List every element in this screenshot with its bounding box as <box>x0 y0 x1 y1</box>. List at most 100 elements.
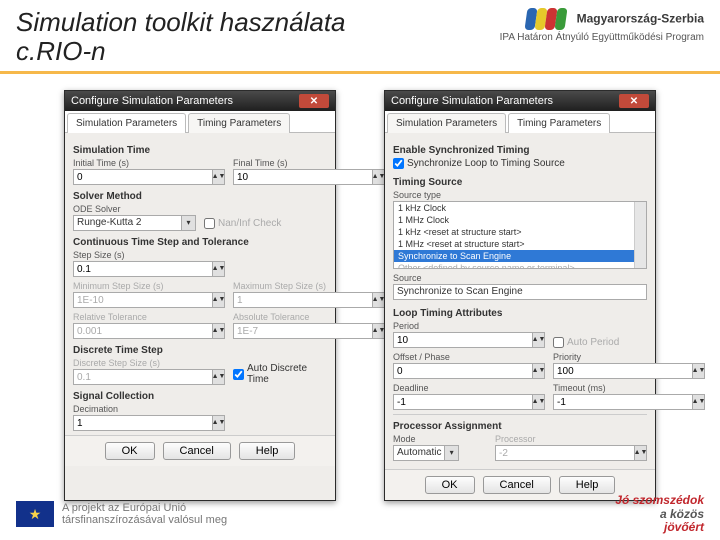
eu-flag-icon: ★ <box>16 501 54 527</box>
mode-combo[interactable]: Automatic▾ <box>393 445 459 461</box>
window-title: Configure Simulation Parameters <box>71 95 233 107</box>
slogan-line1: Jó szomszédok <box>615 493 704 507</box>
brand-sub: IPA Határon Átnyúló Együttműködési Progr… <box>500 32 704 43</box>
spinner-icon: ▲▼ <box>213 292 225 308</box>
spinner-icon[interactable]: ▲▼ <box>213 415 225 431</box>
source-value: Synchronize to Scan Engine <box>393 284 647 300</box>
priority-input[interactable] <box>553 363 693 379</box>
spinner-icon[interactable]: ▲▼ <box>213 261 225 277</box>
group-enable-sync: Enable Synchronized Timing <box>393 145 647 156</box>
discrete-step-input <box>73 369 213 385</box>
label-offset: Offset / Phase <box>393 352 545 362</box>
auto-period-label: Auto Period <box>567 337 619 348</box>
label-processor: Processor <box>495 434 647 444</box>
nan-inf-label: Nan/Inf Check <box>218 218 281 229</box>
dialog-sim-params: Configure Simulation Parameters ✕ Simula… <box>64 90 336 501</box>
chevron-down-icon[interactable]: ▾ <box>182 215 196 231</box>
sync-loop-checkbox[interactable]: Synchronize Loop to Timing Source <box>393 158 647 169</box>
titlebar[interactable]: Configure Simulation Parameters ✕ <box>385 91 655 111</box>
step-size-input[interactable] <box>73 261 213 277</box>
tab-simulation-parameters[interactable]: Simulation Parameters <box>387 113 506 133</box>
chevron-down-icon[interactable]: ▾ <box>445 445 458 461</box>
list-item[interactable]: 1 kHz <reset at structure start> <box>394 226 646 238</box>
period-input[interactable] <box>393 332 533 348</box>
label-discrete-step: Discrete Step Size (s) <box>73 358 225 368</box>
auto-discrete-checkbox[interactable]: Auto Discrete Time <box>233 363 327 385</box>
ok-button[interactable]: OK <box>105 442 155 460</box>
tab-simulation-parameters[interactable]: Simulation Parameters <box>67 113 186 133</box>
label-initial-time: Initial Time (s) <box>73 158 225 168</box>
list-item[interactable]: 1 kHz Clock <box>394 202 646 214</box>
group-processor: Processor Assignment <box>393 421 647 432</box>
close-icon[interactable]: ✕ <box>619 94 649 108</box>
brand-block: Magyarország-Szerbia IPA Határon Átnyúló… <box>500 8 704 43</box>
slogan-line3: jövőért <box>664 520 704 534</box>
tab-timing-parameters[interactable]: Timing Parameters <box>508 113 610 133</box>
title-line1: Simulation toolkit használata <box>16 7 346 37</box>
label-mode: Mode <box>393 434 487 444</box>
help-button[interactable]: Help <box>239 442 296 460</box>
label-min-step: Minimum Step Size (s) <box>73 281 225 291</box>
processor-input <box>495 445 635 461</box>
auto-discrete-label: Auto Discrete Time <box>247 363 327 385</box>
group-signal-collection: Signal Collection <box>73 391 327 402</box>
label-timeout: Timeout (ms) <box>553 383 705 393</box>
offset-input[interactable] <box>393 363 533 379</box>
titlebar[interactable]: Configure Simulation Parameters ✕ <box>65 91 335 111</box>
group-discrete-step: Discrete Time Step <box>73 345 327 356</box>
spinner-icon[interactable]: ▲▼ <box>693 363 705 379</box>
tab-timing-parameters[interactable]: Timing Parameters <box>188 113 290 133</box>
group-simulation-time: Simulation Time <box>73 145 327 156</box>
spinner-icon[interactable]: ▲▼ <box>533 394 545 410</box>
rel-tol-input <box>73 323 213 339</box>
scrollbar[interactable] <box>634 202 646 268</box>
spinner-icon[interactable]: ▲▼ <box>693 394 705 410</box>
label-step-size: Step Size (s) <box>73 250 125 260</box>
brand-name: Magyarország-Szerbia <box>577 12 704 26</box>
label-decimation: Decimation <box>73 404 118 414</box>
dialog-timing-params: Configure Simulation Parameters ✕ Simula… <box>384 90 656 501</box>
footer-slogan: Jó szomszédok a közös jövőért <box>615 494 704 534</box>
source-type-list[interactable]: 1 kHz Clock 1 MHz Clock 1 kHz <reset at … <box>393 201 647 269</box>
timeout-input[interactable] <box>553 394 693 410</box>
final-time-input[interactable] <box>233 169 373 185</box>
spinner-icon: ▲▼ <box>213 369 225 385</box>
cancel-button[interactable]: Cancel <box>163 442 231 460</box>
label-priority: Priority <box>553 352 705 362</box>
decimation-input[interactable] <box>73 415 213 431</box>
ode-solver-value: Runge-Kutta 2 <box>73 215 182 231</box>
deadline-input[interactable] <box>393 394 533 410</box>
eu-text: A projekt az Európai Unió társfinanszíro… <box>62 502 227 527</box>
group-continuous-step: Continuous Time Step and Tolerance <box>73 237 327 248</box>
close-icon[interactable]: ✕ <box>299 94 329 108</box>
help-button[interactable]: Help <box>559 476 616 494</box>
mode-value: Automatic <box>393 445 445 461</box>
group-loop-timing: Loop Timing Attributes <box>393 308 647 319</box>
spinner-icon[interactable]: ▲▼ <box>213 169 225 185</box>
list-item-selected[interactable]: Synchronize to Scan Engine <box>394 250 646 262</box>
title-line2: c.RIO-n <box>16 36 106 66</box>
slogan-line2: a közös <box>660 507 704 521</box>
list-item[interactable]: Other <defined by source name or termina… <box>394 262 646 269</box>
nan-inf-checkbox[interactable]: Nan/Inf Check <box>204 218 327 229</box>
group-timing-source: Timing Source <box>393 177 647 188</box>
brand-logo <box>526 8 570 32</box>
initial-time-input[interactable] <box>73 169 213 185</box>
ode-solver-combo[interactable]: Runge-Kutta 2▾ <box>73 215 196 231</box>
list-item[interactable]: 1 MHz <reset at structure start> <box>394 238 646 250</box>
label-final-time: Final Time (s) <box>233 158 385 168</box>
ok-button[interactable]: OK <box>425 476 475 494</box>
max-step-input <box>233 292 373 308</box>
window-title: Configure Simulation Parameters <box>391 95 553 107</box>
spinner-icon[interactable]: ▲▼ <box>533 332 545 348</box>
label-deadline: Deadline <box>393 383 545 393</box>
sync-loop-label: Synchronize Loop to Timing Source <box>407 158 565 169</box>
label-source: Source <box>393 273 647 283</box>
min-step-input <box>73 292 213 308</box>
spinner-icon[interactable]: ▲▼ <box>533 363 545 379</box>
list-item[interactable]: 1 MHz Clock <box>394 214 646 226</box>
spinner-icon: ▲▼ <box>213 323 225 339</box>
auto-period-checkbox[interactable]: Auto Period <box>553 337 647 348</box>
cancel-button[interactable]: Cancel <box>483 476 551 494</box>
spinner-icon: ▲▼ <box>635 445 647 461</box>
